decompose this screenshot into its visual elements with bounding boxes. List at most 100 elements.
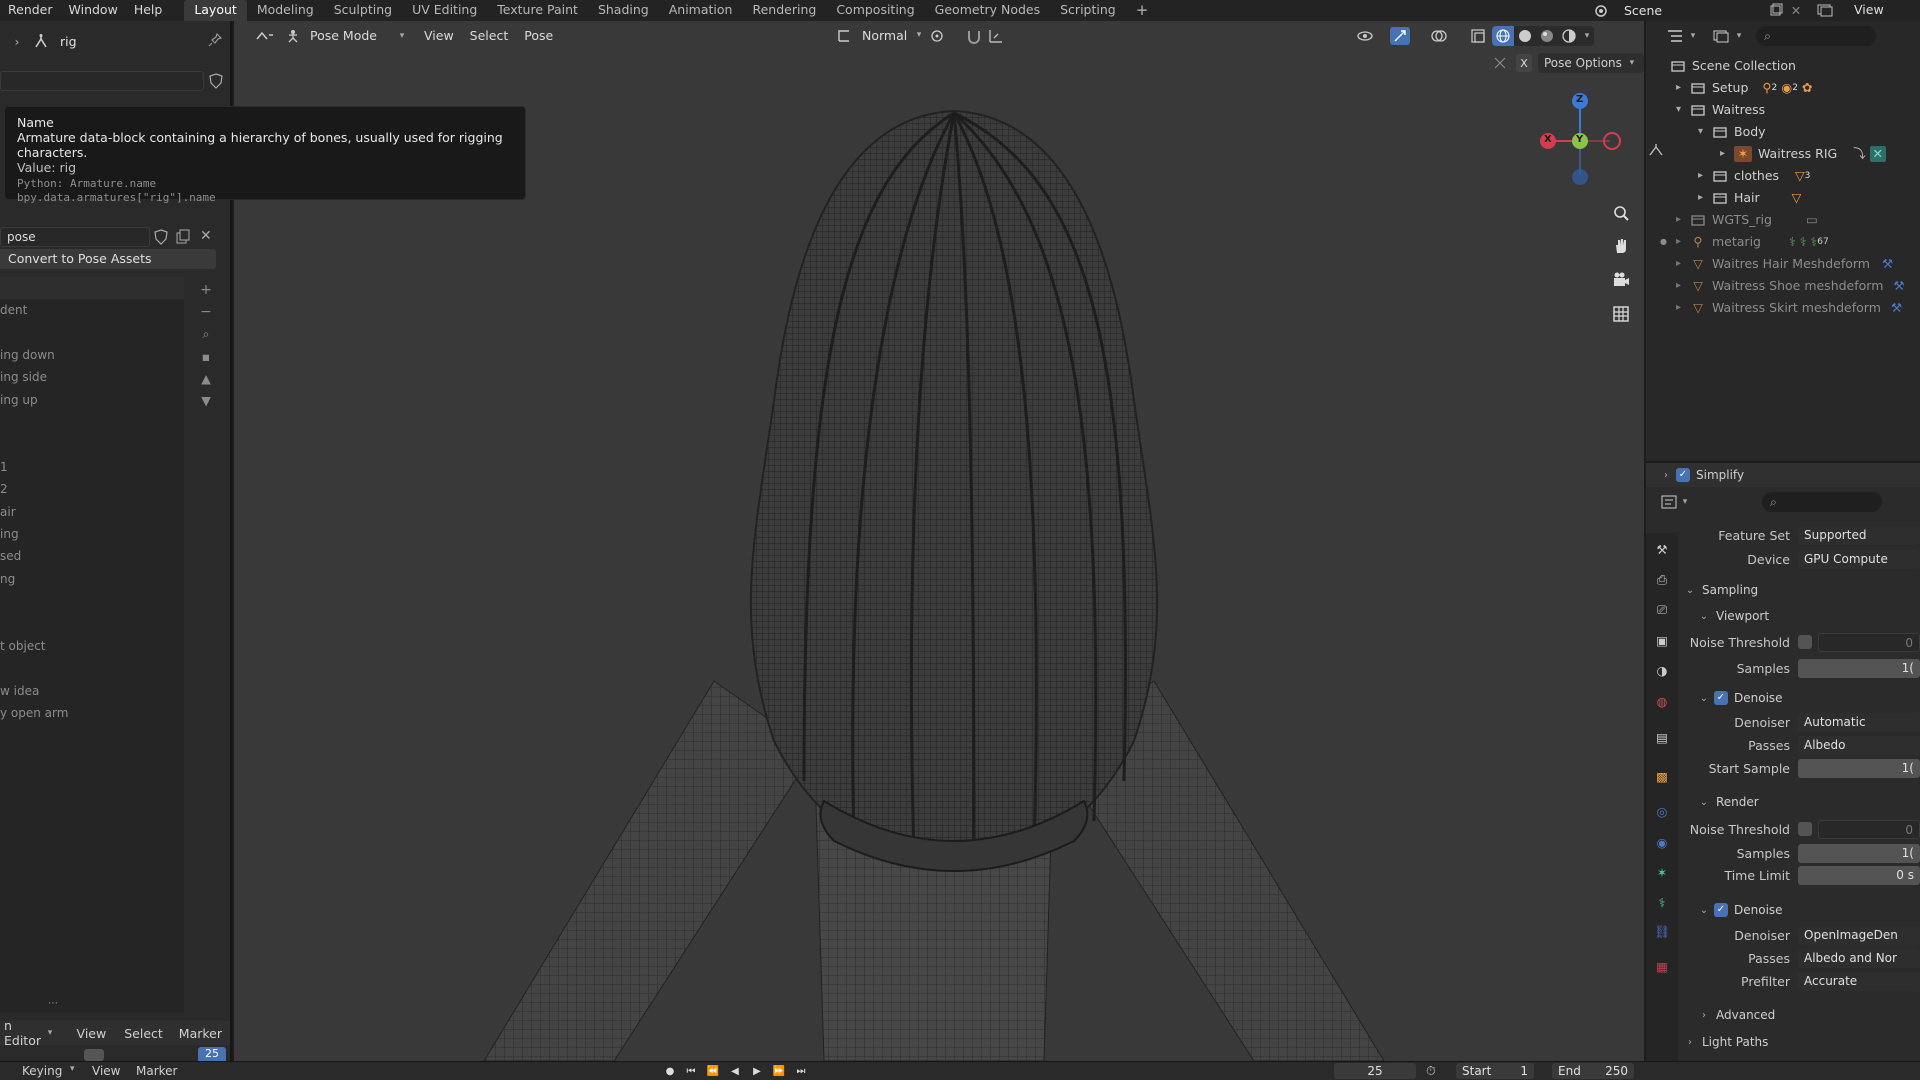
orientation-dropdown[interactable]: Normal xyxy=(856,25,913,47)
tree-item-body[interactable]: ▾ Body xyxy=(1646,121,1920,143)
object-name[interactable]: rig xyxy=(60,34,77,49)
pose-list[interactable]: dent ing down ing side ing up 1 2 air in… xyxy=(0,277,184,1013)
arrow-down-icon[interactable]: ▼ xyxy=(196,389,216,411)
start-sample-field[interactable]: 1( xyxy=(1798,759,1920,778)
new-scene-icon[interactable] xyxy=(1768,3,1784,17)
pivot-icon[interactable] xyxy=(930,28,948,44)
chevron-down-icon[interactable]: ⌄ xyxy=(1682,585,1698,596)
square-icon[interactable]: ▪ xyxy=(196,345,216,367)
tree-item-hair[interactable]: ▸ Hair ▽ xyxy=(1646,187,1920,209)
play-icon[interactable]: ▶ xyxy=(746,1066,768,1077)
menu-view[interactable]: View xyxy=(55,1026,117,1041)
light-paths-panel-header[interactable]: › Light Paths xyxy=(1682,1029,1920,1055)
advanced-subpanel-header[interactable]: › Advanced xyxy=(1682,1001,1920,1029)
name-field[interactable] xyxy=(0,71,204,91)
tab-rendering[interactable]: Rendering xyxy=(742,0,826,21)
list-item[interactable]: w idea xyxy=(0,680,184,702)
tree-item-shoe-meshdeform[interactable]: ▸ ▽ Waitress Shoe meshdeform ⚒ xyxy=(1646,275,1920,297)
convert-to-pose-assets-button[interactable]: Convert to Pose Assets xyxy=(0,249,216,269)
menu-render[interactable]: Render xyxy=(0,0,61,21)
menu-select[interactable]: Select xyxy=(464,25,515,47)
simplify-checkbox[interactable]: ✓ xyxy=(1676,468,1690,482)
tree-item-waitress[interactable]: ▾ Waitress xyxy=(1646,99,1920,121)
object-data-tab-icon[interactable]: ✶ xyxy=(1646,857,1678,887)
list-item[interactable]: ing up xyxy=(0,389,184,411)
tab-sculpting[interactable]: Sculpting xyxy=(324,0,402,21)
render-tab-icon[interactable]: ⎙ xyxy=(1646,565,1678,595)
denoiser-dropdown[interactable]: Automatic xyxy=(1798,713,1920,732)
jump-end-icon[interactable]: ⏭ xyxy=(790,1066,812,1077)
output-tab-icon[interactable]: ⎚ xyxy=(1646,595,1678,625)
noise-threshold-field[interactable]: 0 xyxy=(1818,632,1920,652)
list-item[interactable] xyxy=(0,433,184,455)
collection-tab-icon[interactable]: ▤ xyxy=(1646,717,1678,757)
pin-icon[interactable] xyxy=(208,33,222,47)
simplify-panel-header[interactable]: › ✓ Simplify xyxy=(1646,463,1920,487)
jump-start-icon[interactable]: ⏮ xyxy=(680,1066,702,1077)
properties-search-input[interactable]: ⌕ xyxy=(1762,492,1882,512)
list-item[interactable]: ng xyxy=(0,568,184,590)
chevron-down-icon[interactable]: ▾ xyxy=(1580,31,1594,41)
expand-arrow-icon[interactable]: ▸ xyxy=(1676,253,1690,275)
chevron-down-icon[interactable]: ⌄ xyxy=(1696,797,1712,808)
add-workspace-button[interactable]: + xyxy=(1126,0,1159,21)
render-noise-threshold-field[interactable]: 0 xyxy=(1818,819,1920,839)
grid-icon[interactable] xyxy=(1608,297,1634,331)
properties-editor-icon[interactable] xyxy=(1658,495,1680,509)
jump-keyframe-back-icon[interactable]: ⏪ xyxy=(702,1066,724,1077)
editor-type-dropdown[interactable]: n Editor xyxy=(0,1018,45,1048)
xray-icon[interactable] xyxy=(1470,28,1486,44)
chevron-right-icon[interactable]: › xyxy=(1660,470,1672,481)
pose-library-field[interactable]: pose xyxy=(0,227,150,247)
camera-icon[interactable] xyxy=(1608,263,1634,297)
world-tab-icon[interactable]: ◍ xyxy=(1646,685,1678,717)
snap-target-icon[interactable] xyxy=(988,28,1006,44)
expand-arrow-icon[interactable]: ▸ xyxy=(1676,275,1690,297)
chevron-down-icon[interactable]: ▾ xyxy=(914,30,924,40)
editor-type-icon[interactable] xyxy=(250,29,280,43)
pose-options-icon[interactable] xyxy=(1492,55,1508,71)
record-icon[interactable]: ● xyxy=(660,1066,680,1077)
keying-dropdown[interactable]: Keying xyxy=(22,1062,62,1080)
add-icon[interactable]: + xyxy=(196,279,216,301)
chevron-right-icon[interactable]: › xyxy=(10,34,24,49)
pose-options-dropdown[interactable]: Pose Options ▾ xyxy=(1538,53,1644,73)
list-item[interactable]: t object xyxy=(0,635,184,657)
outliner-search-input[interactable]: ⌕ xyxy=(1756,26,1876,46)
scene-name[interactable]: Scene xyxy=(1624,3,1662,18)
tab-geometry-nodes[interactable]: Geometry Nodes xyxy=(925,0,1050,21)
list-item[interactable]: ing xyxy=(0,523,184,545)
jump-keyframe-forward-icon[interactable]: ⏩ xyxy=(768,1066,790,1077)
chevron-right-icon[interactable]: › xyxy=(1682,1037,1698,1048)
chevron-down-icon[interactable]: ⌄ xyxy=(1696,905,1712,916)
menu-marker[interactable]: Marker xyxy=(136,1062,177,1080)
list-item[interactable]: 1 xyxy=(0,456,184,478)
list-item[interactable]: dent xyxy=(0,299,184,321)
tab-uv-editing[interactable]: UV Editing xyxy=(402,0,487,21)
snap-icon[interactable] xyxy=(966,28,984,44)
sampling-panel-header[interactable]: ⌄ Sampling xyxy=(1682,577,1920,603)
resize-grip-icon[interactable]: ⋯ xyxy=(48,998,58,1009)
stopwatch-icon[interactable]: ⏱ xyxy=(1426,1063,1436,1079)
list-item[interactable] xyxy=(0,612,184,634)
expand-arrow-icon[interactable]: ▸ xyxy=(1698,187,1712,209)
frame-range-handle[interactable] xyxy=(84,1049,104,1061)
list-item[interactable]: 2 xyxy=(0,478,184,500)
chevron-down-icon[interactable]: ⌄ xyxy=(1696,693,1712,704)
modifiers-tab-icon[interactable]: ◎ xyxy=(1646,795,1678,827)
chevron-down-icon[interactable]: ▾ xyxy=(1734,31,1744,41)
menu-marker[interactable]: Marker xyxy=(171,1026,230,1041)
play-reverse-icon[interactable]: ◀ xyxy=(724,1066,746,1077)
zoom-icon[interactable] xyxy=(1608,197,1634,229)
tree-item-setup[interactable]: ▸ Setup ⚲ 2 ◉ 2 ✿ xyxy=(1646,77,1920,99)
tree-item-skirt-meshdeform[interactable]: ▸ ▽ Waitress Skirt meshdeform ⚒ xyxy=(1646,297,1920,319)
remove-icon[interactable]: − xyxy=(196,301,216,323)
chevron-down-icon[interactable]: ▾ xyxy=(396,31,408,41)
overlays-icon[interactable] xyxy=(1430,28,1448,44)
current-frame-field[interactable]: 25 xyxy=(1334,1063,1416,1079)
render-samples-field[interactable]: 1( xyxy=(1798,843,1920,863)
tool-tab-icon[interactable]: ⚒ xyxy=(1646,533,1678,565)
tab-compositing[interactable]: Compositing xyxy=(826,0,924,21)
tab-layout[interactable]: Layout xyxy=(184,0,247,21)
x-mirror-toggle[interactable]: X xyxy=(1516,54,1532,72)
